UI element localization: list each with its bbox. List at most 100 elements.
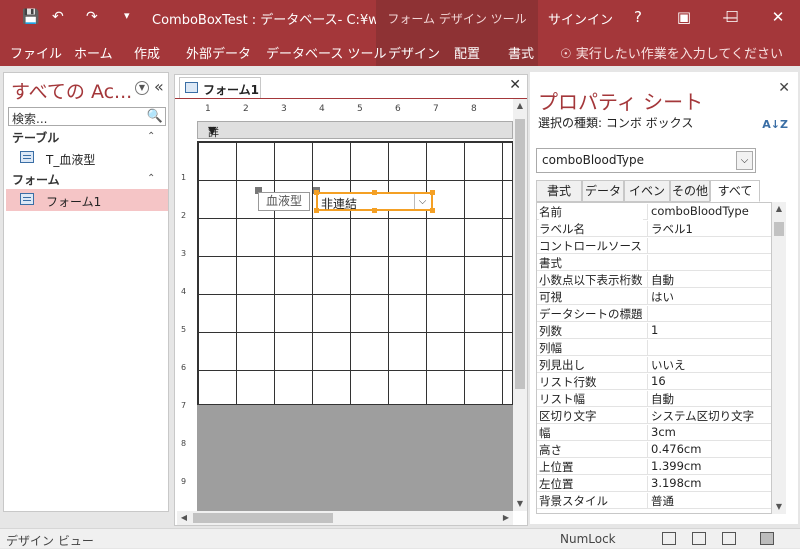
label-control[interactable]: 血液型: [258, 192, 310, 211]
tab-all-props[interactable]: すべて: [710, 180, 760, 202]
property-value[interactable]: [647, 238, 771, 254]
property-value[interactable]: 3cm: [647, 425, 771, 441]
tab-home[interactable]: ホーム: [74, 43, 113, 62]
design-view-icon[interactable]: [760, 532, 774, 545]
scroll-thumb[interactable]: [774, 222, 784, 236]
redo-icon[interactable]: ↷: [86, 9, 98, 25]
resize-handle[interactable]: [430, 190, 435, 195]
chevron-down-icon[interactable]: ⌵: [736, 151, 753, 170]
property-row[interactable]: 高さ 0.476cm: [537, 441, 771, 458]
tab-design[interactable]: デザイン: [388, 43, 440, 62]
nav-group-forms[interactable]: フォーム: [12, 171, 60, 188]
close-window-button[interactable]: ✕: [766, 6, 790, 28]
nav-item-table[interactable]: T_血液型: [6, 147, 168, 169]
property-value[interactable]: [647, 306, 771, 322]
form-view-icon[interactable]: [662, 532, 676, 545]
property-row[interactable]: 背景スタイル 普通: [537, 492, 771, 509]
property-row[interactable]: 左位置 3.198cm: [537, 475, 771, 492]
resize-handle[interactable]: [430, 208, 435, 213]
resize-handle[interactable]: [372, 208, 377, 213]
maximize-button[interactable]: ☐: [720, 6, 744, 28]
undo-icon[interactable]: ↶: [52, 9, 64, 25]
close-icon[interactable]: ✕: [778, 80, 790, 96]
tab-file[interactable]: ファイル: [10, 43, 62, 62]
resize-handle[interactable]: [314, 190, 319, 195]
property-value[interactable]: はい: [647, 289, 771, 305]
scroll-thumb[interactable]: [193, 513, 333, 523]
tab-arrange[interactable]: 配置: [454, 43, 480, 62]
scroll-left-icon[interactable]: ◀: [177, 511, 191, 525]
ribbon-display-options-icon[interactable]: ▣: [672, 6, 696, 28]
tab-other-props[interactable]: その他: [670, 180, 710, 202]
resize-handle[interactable]: [372, 190, 377, 195]
property-value[interactable]: comboBloodType: [647, 204, 771, 220]
tell-me-box[interactable]: ☉ 実行したい作業を入力してください: [560, 43, 783, 62]
tab-external-data[interactable]: 外部データ: [186, 43, 251, 62]
property-row[interactable]: 名前 comboBloodType: [537, 203, 771, 220]
scroll-thumb[interactable]: [515, 119, 525, 389]
help-button[interactable]: ?: [626, 6, 650, 28]
property-row[interactable]: 列見出し いいえ: [537, 356, 771, 373]
sort-icon[interactable]: A↓Z: [762, 118, 788, 131]
scroll-down-icon[interactable]: ▼: [772, 500, 786, 514]
horizontal-scrollbar[interactable]: ◀ ▶: [177, 511, 513, 525]
property-value[interactable]: 普通: [647, 493, 771, 509]
property-scrollbar[interactable]: ▲ ▼: [772, 202, 786, 514]
nav-search-input[interactable]: 検索... 🔍: [8, 107, 166, 126]
property-row[interactable]: 書式: [537, 254, 771, 271]
collapse-group-icon[interactable]: ⌃: [147, 173, 155, 184]
property-value[interactable]: 0.476cm: [647, 442, 771, 458]
scroll-down-icon[interactable]: ▼: [513, 497, 527, 511]
scroll-up-icon[interactable]: ▲: [772, 202, 786, 216]
tab-event-props[interactable]: イベント: [624, 180, 670, 218]
search-icon[interactable]: 🔍: [147, 109, 163, 124]
property-value[interactable]: いいえ: [647, 357, 771, 373]
property-row[interactable]: 列幅: [537, 339, 771, 356]
layout-view-icon[interactable]: [722, 532, 736, 545]
object-selector[interactable]: comboBloodType ⌵: [536, 148, 756, 173]
vertical-scrollbar[interactable]: ▲ ▼: [513, 99, 527, 511]
signin-link[interactable]: サインイン: [548, 9, 613, 28]
property-value[interactable]: ラベル1: [647, 221, 771, 237]
property-row[interactable]: 小数点以下表示桁数 自動: [537, 271, 771, 288]
save-icon[interactable]: 💾: [22, 9, 39, 25]
property-value[interactable]: 自動: [647, 272, 771, 288]
resize-handle[interactable]: [314, 208, 319, 213]
nav-dropdown-icon[interactable]: ▼: [135, 81, 149, 95]
property-value[interactable]: 1.399cm: [647, 459, 771, 475]
document-tab[interactable]: フォーム1: [179, 77, 261, 98]
property-row[interactable]: 上位置 1.399cm: [537, 458, 771, 475]
nav-collapse-icon[interactable]: «: [154, 77, 164, 96]
nav-title[interactable]: すべての Ac...: [11, 77, 132, 104]
tab-format-props[interactable]: 書式: [536, 180, 582, 202]
scroll-right-icon[interactable]: ▶: [499, 511, 513, 525]
property-row[interactable]: 列数 1: [537, 322, 771, 339]
nav-group-tables[interactable]: テーブル: [12, 129, 59, 146]
property-row[interactable]: データシートの標題: [537, 305, 771, 322]
collapse-group-icon[interactable]: ⌃: [147, 131, 155, 142]
property-value[interactable]: システム区切り文字: [647, 408, 771, 424]
property-value[interactable]: [647, 255, 771, 271]
datasheet-view-icon[interactable]: [692, 532, 706, 545]
property-value[interactable]: 16: [647, 374, 771, 390]
property-row[interactable]: ラベル名 ラベル1: [537, 220, 771, 237]
property-value[interactable]: 1: [647, 323, 771, 339]
property-row[interactable]: 可視 はい: [537, 288, 771, 305]
close-document-icon[interactable]: ✕: [509, 77, 521, 93]
property-value[interactable]: 3.198cm: [647, 476, 771, 492]
property-row[interactable]: 区切り文字 システム区切り文字: [537, 407, 771, 424]
scroll-up-icon[interactable]: ▲: [513, 99, 527, 113]
property-row[interactable]: コントロールソース: [537, 237, 771, 254]
tab-format[interactable]: 書式: [508, 43, 534, 62]
customize-qat-icon[interactable]: ▾: [124, 9, 130, 22]
property-value[interactable]: 自動: [647, 391, 771, 407]
section-detail-bar[interactable]: ▼ 詳細: [197, 121, 513, 155]
property-row[interactable]: 幅 3cm: [537, 424, 771, 441]
design-grid[interactable]: [197, 141, 513, 405]
tab-database-tools[interactable]: データベース ツール: [266, 43, 386, 62]
property-row[interactable]: リスト幅 自動: [537, 390, 771, 407]
tab-data-props[interactable]: データ: [582, 180, 624, 202]
tab-create[interactable]: 作成: [134, 43, 160, 62]
nav-item-form[interactable]: フォーム1: [6, 189, 168, 211]
property-value[interactable]: [647, 340, 771, 356]
